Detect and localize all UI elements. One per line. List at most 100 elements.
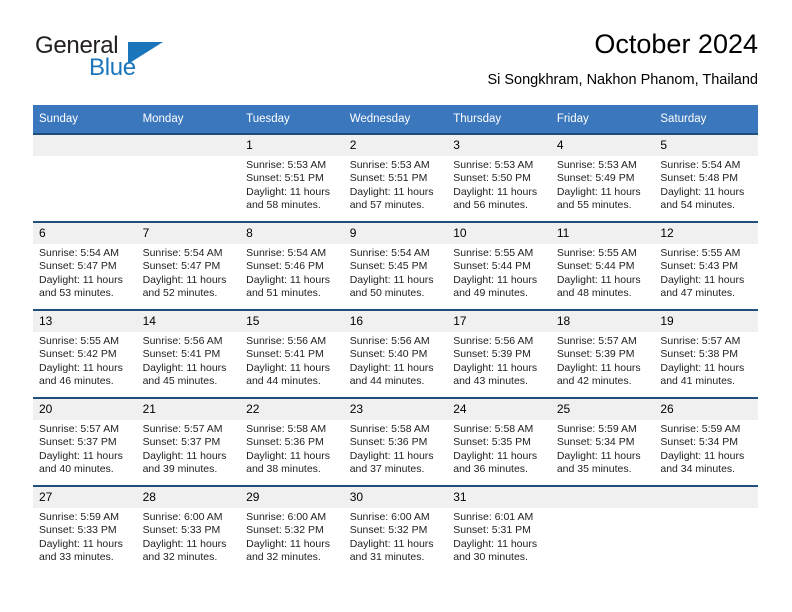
calendar-day-cell[interactable]: 10 Sunrise: 5:55 AM Sunset: 5:44 PM Dayligh…: [447, 221, 551, 310]
sunrise-text: Sunrise: 5:54 AM: [349, 247, 430, 259]
sunset-text: Sunset: 5:38 PM: [660, 348, 739, 361]
sunset-text: Sunset: 5:35 PM: [453, 436, 531, 449]
calendar-day-cell[interactable]: 16 Sunrise: 5:56 AM Sunset: 5:40 PM Dayligh…: [343, 309, 448, 398]
daylight-text: Daylight: 11 hours: [453, 449, 538, 462]
daylight-text: Daylight: 11 hours: [349, 273, 434, 286]
calendar-day-cell[interactable]: 23 Sunrise: 5:58 AM Sunset: 5:36 PM Dayligh…: [343, 397, 448, 486]
calendar-day-cell[interactable]: 9 Sunrise: 5:54 AM Sunset: 5:45 PM Daylight…: [343, 221, 448, 310]
calendar-day-cell[interactable]: 3 Sunrise: 5:53 AM Sunset: 5:50 PM Daylight…: [447, 133, 551, 222]
daylight-text: and 52 minutes.: [142, 287, 218, 300]
sunset-text: Sunset: 5:31 PM: [453, 524, 531, 537]
sunrise-text: Sunrise: 5:55 AM: [556, 247, 637, 259]
day-details: Sunrise: 5:55 AM Sunset: 5:44 PM Daylight:…: [447, 244, 551, 301]
sunset-text: Sunset: 5:33 PM: [142, 524, 221, 537]
weekday-header-friday: Friday: [550, 105, 655, 134]
day-number: 10: [447, 223, 551, 244]
sunrise-text: Sunrise: 5:59 AM: [39, 511, 119, 523]
daylight-text: Daylight: 11 hours: [39, 273, 123, 286]
day-details: Sunrise: 5:59 AM Sunset: 5:33 PM Daylight:…: [33, 508, 137, 565]
calendar-day-cell[interactable]: 17 Sunrise: 5:56 AM Sunset: 5:39 PM Dayligh…: [447, 309, 551, 398]
weekday-header-thursday: Thursday: [447, 105, 551, 134]
daylight-text: Daylight: 11 hours: [660, 361, 745, 374]
sunset-text: Sunset: 5:42 PM: [39, 348, 117, 361]
daylight-text: Daylight: 11 hours: [246, 273, 330, 286]
daylight-text: and 41 minutes.: [660, 375, 736, 388]
day-details: Sunrise: 5:57 AM Sunset: 5:37 PM Daylight:…: [33, 420, 137, 477]
day-number: 7: [136, 223, 241, 244]
page-subtitle: Si Songkhram, Nakhon Phanom, Thailand: [487, 72, 758, 88]
daylight-text: and 44 minutes.: [349, 375, 425, 388]
sunset-text: Sunset: 5:41 PM: [246, 348, 324, 361]
calendar-day-cell[interactable]: 13 Sunrise: 5:55 AM Sunset: 5:42 PM Dayligh…: [33, 309, 137, 398]
calendar-day-cell[interactable]: 29 Sunrise: 6:00 AM Sunset: 5:32 PM Dayligh…: [240, 485, 344, 573]
calendar-day-cell[interactable]: 11 Sunrise: 5:55 AM Sunset: 5:44 PM Dayligh…: [550, 221, 655, 310]
day-number: 24: [447, 399, 551, 420]
sunrise-text: Sunrise: 5:59 AM: [556, 423, 637, 435]
calendar-day-cell[interactable]: 18 Sunrise: 5:57 AM Sunset: 5:39 PM Dayligh…: [550, 309, 655, 398]
calendar-day-cell[interactable]: 12 Sunrise: 5:55 AM Sunset: 5:43 PM Dayligh…: [654, 221, 758, 310]
calendar-day-cell[interactable]: 26 Sunrise: 5:59 AM Sunset: 5:34 PM Dayligh…: [654, 397, 758, 486]
calendar-day-cell[interactable]: 19 Sunrise: 5:57 AM Sunset: 5:38 PM Dayligh…: [654, 309, 758, 398]
sunrise-text: Sunrise: 5:57 AM: [660, 335, 741, 347]
calendar-day-cell[interactable]: 21 Sunrise: 5:57 AM Sunset: 5:37 PM Dayligh…: [136, 397, 241, 486]
calendar-day-cell[interactable]: 14 Sunrise: 5:56 AM Sunset: 5:41 PM Dayligh…: [136, 309, 241, 398]
sunrise-text: Sunrise: 5:55 AM: [39, 335, 119, 347]
daylight-text: Daylight: 11 hours: [453, 361, 538, 374]
day-number: 3: [447, 135, 551, 156]
day-details: Sunrise: 5:58 AM Sunset: 5:36 PM Daylight:…: [240, 420, 344, 477]
calendar-day-cell[interactable]: 2 Sunrise: 5:53 AM Sunset: 5:51 PM Daylight…: [343, 133, 448, 222]
day-number: 6: [33, 223, 137, 244]
sunset-text: Sunset: 5:50 PM: [453, 172, 531, 185]
calendar-body: 1 Sunrise: 5:53 AM Sunset: 5:51 PM Daylight…: [33, 133, 758, 573]
sunrise-text: Sunrise: 5:58 AM: [349, 423, 430, 435]
calendar-day-cell[interactable]: 4 Sunrise: 5:53 AM Sunset: 5:49 PM Daylight…: [550, 133, 655, 222]
daylight-text: and 49 minutes.: [453, 287, 528, 300]
day-details: Sunrise: 6:00 AM Sunset: 5:33 PM Daylight:…: [137, 508, 241, 565]
day-number: 14: [136, 311, 241, 332]
logo-text-blue: Blue: [89, 54, 136, 81]
general-blue-logo[interactable]: General Blue: [33, 28, 213, 90]
calendar-day-cell[interactable]: 20 Sunrise: 5:57 AM Sunset: 5:37 PM Dayligh…: [33, 397, 137, 486]
calendar-day-cell[interactable]: 8 Sunrise: 5:54 AM Sunset: 5:46 PM Daylight…: [240, 221, 344, 310]
daylight-text: and 38 minutes.: [246, 463, 321, 476]
day-number: 2: [343, 135, 448, 156]
sunrise-text: Sunrise: 5:54 AM: [142, 247, 223, 259]
daylight-text: Daylight: 11 hours: [453, 273, 538, 286]
daylight-text: Daylight: 11 hours: [349, 361, 434, 374]
sunset-text: Sunset: 5:34 PM: [556, 436, 635, 449]
calendar-day-cell[interactable]: 31 Sunrise: 6:01 AM Sunset: 5:31 PM Dayligh…: [447, 485, 551, 573]
sunset-text: Sunset: 5:34 PM: [660, 436, 739, 449]
calendar-cell-empty: [654, 485, 758, 573]
daylight-text: Daylight: 11 hours: [349, 449, 434, 462]
calendar-day-cell[interactable]: 6 Sunrise: 5:54 AM Sunset: 5:47 PM Daylight…: [33, 221, 137, 310]
weekday-header-row: Sunday Monday Tuesday Wednesday Thursday Frid…: [33, 105, 758, 134]
sunset-text: Sunset: 5:39 PM: [453, 348, 531, 361]
calendar-day-cell[interactable]: 25 Sunrise: 5:59 AM Sunset: 5:34 PM Dayligh…: [550, 397, 655, 486]
calendar-day-cell[interactable]: 5 Sunrise: 5:54 AM Sunset: 5:48 PM Daylight…: [654, 133, 758, 222]
calendar-day-cell[interactable]: 24 Sunrise: 5:58 AM Sunset: 5:35 PM Dayligh…: [447, 397, 551, 486]
calendar-day-cell[interactable]: 28 Sunrise: 6:00 AM Sunset: 5:33 PM Dayligh…: [136, 485, 241, 573]
day-number: 28: [136, 487, 241, 508]
daylight-text: and 44 minutes.: [246, 375, 321, 388]
sunrise-text: Sunrise: 5:56 AM: [453, 335, 534, 347]
day-number: 30: [343, 487, 448, 508]
day-number: [33, 135, 137, 156]
calendar-day-cell[interactable]: 30 Sunrise: 6:00 AM Sunset: 5:32 PM Dayligh…: [343, 485, 448, 573]
day-details: Sunrise: 5:54 AM Sunset: 5:47 PM Daylight:…: [137, 244, 241, 301]
sunrise-text: Sunrise: 5:56 AM: [142, 335, 223, 347]
sunset-text: Sunset: 5:45 PM: [349, 260, 428, 273]
day-details: Sunrise: 5:58 AM Sunset: 5:35 PM Daylight:…: [447, 420, 551, 477]
sunrise-text: Sunrise: 5:57 AM: [39, 423, 119, 435]
calendar-day-cell[interactable]: 22 Sunrise: 5:58 AM Sunset: 5:36 PM Dayligh…: [240, 397, 344, 486]
calendar-day-cell[interactable]: 1 Sunrise: 5:53 AM Sunset: 5:51 PM Daylight…: [240, 133, 344, 222]
sunset-text: Sunset: 5:44 PM: [453, 260, 531, 273]
day-number: 23: [343, 399, 448, 420]
sunrise-text: Sunrise: 5:54 AM: [246, 247, 327, 259]
sunset-text: Sunset: 5:47 PM: [142, 260, 221, 273]
calendar-day-cell[interactable]: 15 Sunrise: 5:56 AM Sunset: 5:41 PM Dayligh…: [240, 309, 344, 398]
day-number: 9: [343, 223, 448, 244]
day-details: Sunrise: 5:59 AM Sunset: 5:34 PM Daylight:…: [654, 420, 758, 477]
calendar-day-cell[interactable]: 7 Sunrise: 5:54 AM Sunset: 5:47 PM Daylight…: [136, 221, 241, 310]
daylight-text: and 54 minutes.: [660, 199, 736, 212]
calendar-day-cell[interactable]: 27 Sunrise: 5:59 AM Sunset: 5:33 PM Dayligh…: [33, 485, 137, 573]
